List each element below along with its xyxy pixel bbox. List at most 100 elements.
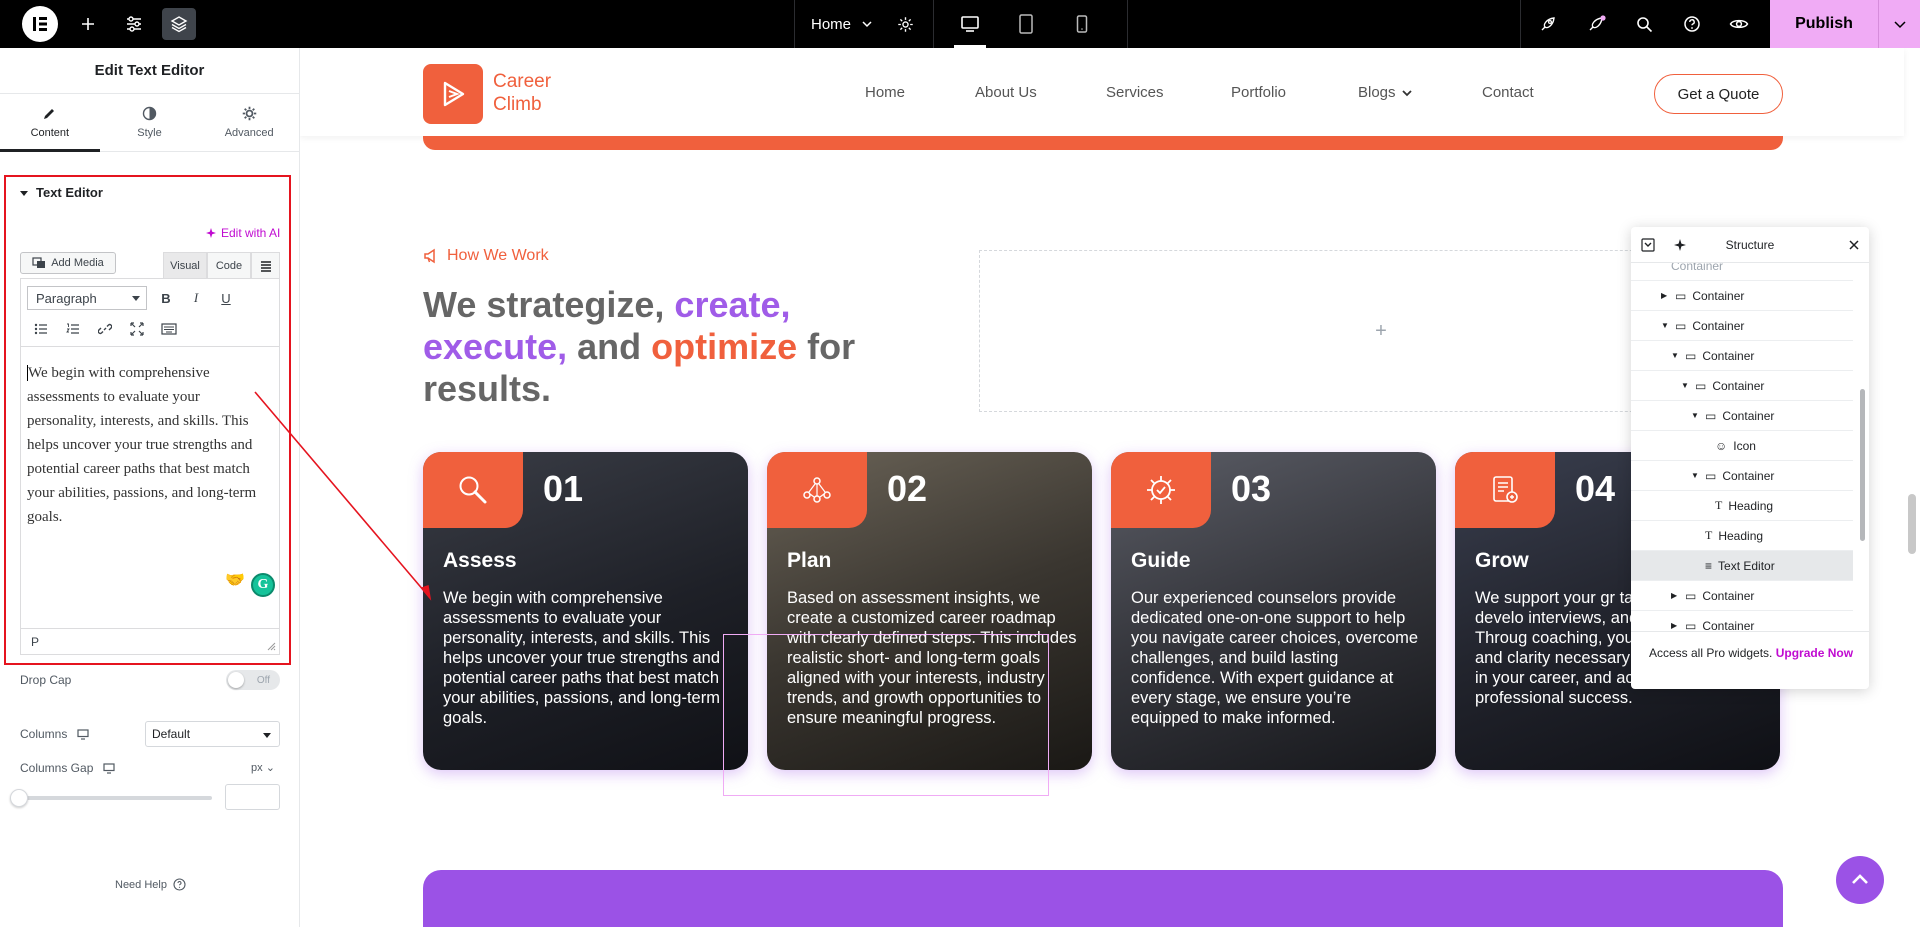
scroll-to-top-button[interactable] xyxy=(1836,856,1884,904)
tab-advanced[interactable]: Advanced xyxy=(199,94,299,151)
link-icon[interactable] xyxy=(93,317,117,341)
site-settings-icon[interactable] xyxy=(117,8,151,40)
help-icon[interactable] xyxy=(1675,8,1709,40)
tree-item-heading[interactable]: T Heading xyxy=(1631,521,1853,551)
need-help-link[interactable]: Need Help xyxy=(115,878,186,891)
tab-style[interactable]: Style xyxy=(100,94,200,151)
toolbar-toggle-icon[interactable] xyxy=(251,252,280,278)
tree-item-container[interactable]: ▶ ▭ Container xyxy=(1631,281,1853,311)
desktop-view-icon[interactable] xyxy=(942,0,998,48)
nav-services[interactable]: Services xyxy=(1106,84,1164,101)
paragraph-format-select[interactable]: Paragraph xyxy=(27,286,147,310)
publish-button[interactable]: Publish xyxy=(1770,0,1920,48)
process-card-assess[interactable]: 01 Assess We begin with comprehensive as… xyxy=(423,452,748,770)
caret-right-icon[interactable]: ▶ xyxy=(1661,291,1669,300)
caret-down-icon[interactable]: ▼ xyxy=(1691,411,1699,420)
resize-handle-icon[interactable] xyxy=(267,642,276,651)
nav-portfolio[interactable]: Portfolio xyxy=(1231,84,1286,101)
nav-blogs[interactable]: Blogs xyxy=(1358,84,1413,101)
nav-about-us[interactable]: About Us xyxy=(975,84,1037,101)
get-a-quote-button[interactable]: Get a Quote xyxy=(1654,74,1783,114)
ai-sparkle-icon xyxy=(206,228,216,238)
brand-name[interactable]: Career Climb xyxy=(493,70,583,116)
tab-content[interactable]: Content xyxy=(0,94,100,152)
caret-down-icon[interactable]: ▼ xyxy=(1691,471,1699,480)
notifications-rocket-icon[interactable] xyxy=(1580,8,1614,40)
add-media-button[interactable]: Add Media xyxy=(20,252,116,274)
card-number: 04 xyxy=(1575,468,1616,509)
section-tag-label: How We Work xyxy=(447,247,549,264)
page-scrollbar[interactable] xyxy=(1908,494,1916,554)
upgrade-now-link[interactable]: Upgrade Now xyxy=(1776,646,1853,660)
rocket-icon[interactable] xyxy=(1531,8,1565,40)
keyboard-toolbar-icon[interactable] xyxy=(157,317,181,341)
structure-layers-icon[interactable] xyxy=(162,8,196,40)
page-selector[interactable]: Home xyxy=(794,0,934,48)
tree-item-container[interactable]: ▼ ▭ Container xyxy=(1631,311,1853,341)
editor-content[interactable]: We begin with comprehensive assessments … xyxy=(21,347,279,627)
card-description[interactable]: We begin with comprehensive assessments … xyxy=(443,588,733,728)
columns-gap-input[interactable] xyxy=(225,784,280,810)
orange-banner-strip xyxy=(423,136,1783,150)
heading-widget-icon: T xyxy=(1705,528,1713,542)
career-climb-logo-icon[interactable] xyxy=(423,64,483,124)
page-name: Home xyxy=(811,15,852,33)
columns-select[interactable]: Default xyxy=(145,721,280,747)
italic-icon[interactable]: I xyxy=(184,286,208,310)
structure-scrollbar[interactable] xyxy=(1860,389,1865,541)
tree-item-heading[interactable]: T Heading xyxy=(1631,491,1853,521)
desktop-responsive-icon[interactable] xyxy=(77,728,89,740)
columns-gap-slider-track[interactable] xyxy=(20,796,212,800)
edit-with-ai-button[interactable]: Edit with AI xyxy=(205,226,280,240)
tree-item-container[interactable]: ▶ ▭ Container xyxy=(1631,581,1853,611)
chevron-down-icon xyxy=(1401,89,1412,96)
page-settings-gear-icon[interactable] xyxy=(897,16,914,33)
chevron-down-icon xyxy=(862,21,872,28)
publish-options-chevron-down-icon[interactable] xyxy=(1878,0,1920,48)
columns-gap-slider-handle[interactable] xyxy=(10,789,28,807)
bold-icon[interactable]: B xyxy=(154,286,178,310)
mobile-view-icon[interactable] xyxy=(1054,0,1110,48)
tree-item-partial[interactable]: Container xyxy=(1631,263,1853,281)
card-title: Guide xyxy=(1131,549,1191,572)
close-icon[interactable] xyxy=(1849,240,1859,250)
drop-cap-toggle[interactable]: Off xyxy=(226,670,280,690)
card-description[interactable]: Our experienced counselors provide dedic… xyxy=(1131,588,1421,728)
code-tab[interactable]: Code xyxy=(207,252,251,278)
numbered-list-icon[interactable] xyxy=(61,317,85,341)
fullscreen-icon[interactable] xyxy=(125,317,149,341)
unit-selector[interactable]: px ⌄ xyxy=(251,761,275,774)
tree-item-container[interactable]: ▼ ▭ Container xyxy=(1631,401,1853,431)
underline-icon[interactable]: U xyxy=(214,286,238,310)
magnifier-icon xyxy=(423,452,523,528)
grammarly-icon[interactable]: G xyxy=(251,573,275,597)
text-editor-widget-icon: ≡ xyxy=(1705,558,1713,573)
caret-down-icon[interactable]: ▼ xyxy=(1671,351,1679,360)
tree-item-container[interactable]: ▼ ▭ Container xyxy=(1631,341,1853,371)
process-card-guide[interactable]: 03 Guide Our experienced counselors prov… xyxy=(1111,452,1436,770)
add-element-icon[interactable] xyxy=(71,8,105,40)
caret-right-icon[interactable]: ▶ xyxy=(1671,591,1679,600)
caret-right-icon[interactable]: ▶ xyxy=(1671,621,1679,630)
heading-part: and xyxy=(567,326,652,367)
tree-item-container[interactable]: ▼ ▭ Container xyxy=(1631,461,1853,491)
caret-down-icon[interactable]: ▼ xyxy=(1661,321,1669,330)
visual-tab[interactable]: Visual xyxy=(163,252,207,278)
tree-item-container[interactable]: ▶ ▭ Container xyxy=(1631,611,1853,632)
search-icon[interactable] xyxy=(1627,8,1661,40)
preview-eye-icon[interactable] xyxy=(1722,8,1756,40)
drop-cap-label: Drop Cap xyxy=(20,673,72,687)
bullet-list-icon[interactable] xyxy=(29,317,53,341)
tablet-view-icon[interactable] xyxy=(998,0,1054,48)
tree-item-text-editor[interactable]: ≡ Text Editor xyxy=(1631,551,1853,581)
section-toggle-text-editor[interactable]: Text Editor xyxy=(20,185,103,200)
tree-item-icon[interactable]: ☺ Icon xyxy=(1631,431,1853,461)
nav-contact[interactable]: Contact xyxy=(1482,84,1534,101)
caret-down-icon[interactable]: ▼ xyxy=(1681,381,1689,390)
container-icon: ▭ xyxy=(1695,378,1707,393)
container-icon: ▭ xyxy=(1675,318,1687,333)
elementor-logo-icon[interactable] xyxy=(22,6,58,42)
tree-item-container[interactable]: ▼ ▭ Container xyxy=(1631,371,1853,401)
desktop-responsive-icon[interactable] xyxy=(103,762,115,774)
nav-home[interactable]: Home xyxy=(865,84,905,101)
